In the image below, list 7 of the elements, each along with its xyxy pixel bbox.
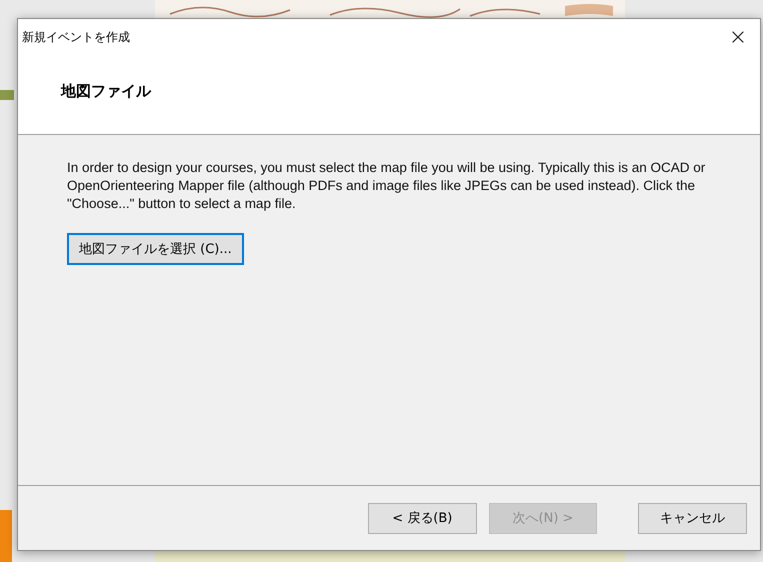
- page-heading: 地図ファイル: [61, 82, 151, 101]
- close-button[interactable]: ×: [716, 19, 760, 56]
- wizard-button[interactable]: キャンセル: [638, 502, 748, 534]
- window-title: 新規イベントを作成: [22, 29, 130, 46]
- description-text: In order to design your courses, you must select the map file you will be using. Typically this is an OCAD or OpenOrienteering Mapper file (although PDFs and image files like JPEGs can be used instead). Click the "Choose..." button to select a map file.: [67, 159, 706, 213]
- wizard-button[interactable]: < 戻る(B): [368, 502, 477, 534]
- choose-map-button[interactable]: 地図ファイルを選択 (C)...: [67, 233, 244, 265]
